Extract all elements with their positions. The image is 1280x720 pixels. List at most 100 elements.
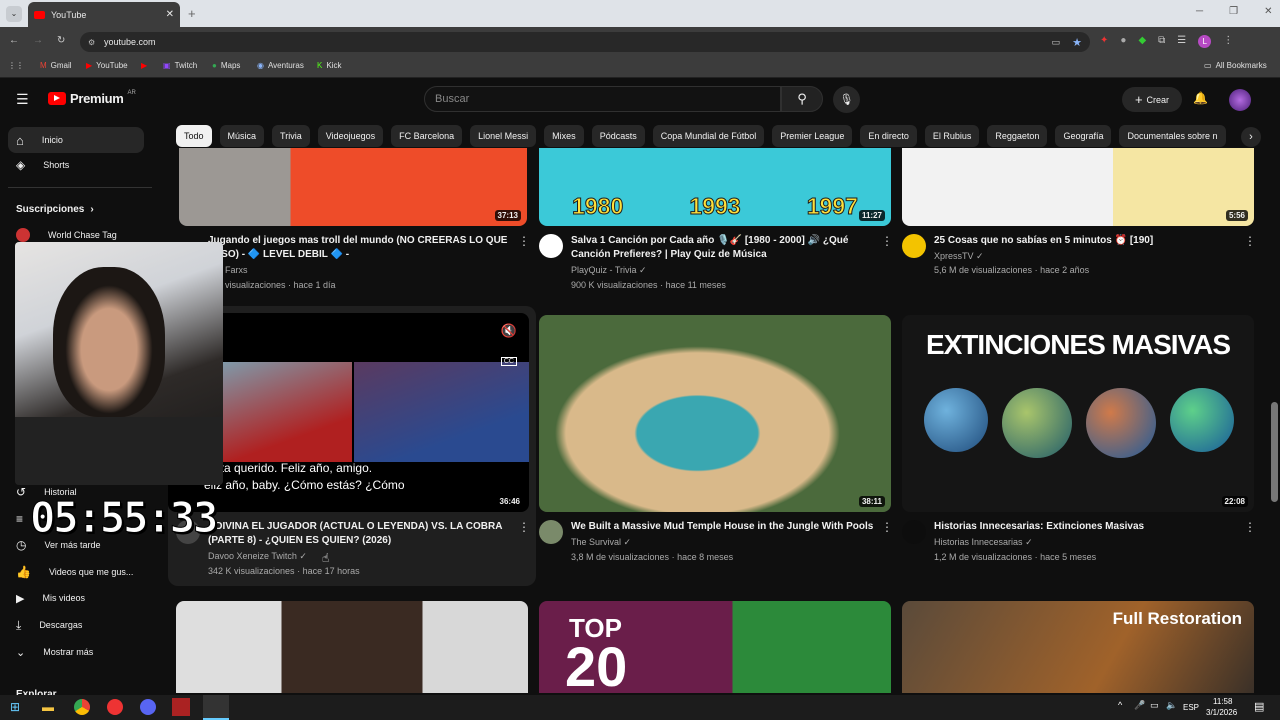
bookmark-maps[interactable]: ● Maps [212,61,240,70]
bookmark-twitch[interactable]: ▣ Twitch [163,61,197,70]
video-thumbnail-8[interactable]: TOP 20 [539,601,891,693]
sidebar-item-show-more[interactable]: ⌄ Mostrar más [16,641,93,663]
more-options-icon[interactable]: ⋮ [518,520,530,534]
chip-música[interactable]: Música [219,125,265,147]
channel-avatar[interactable] [902,234,926,258]
video-thumbnail-9[interactable]: Full Restoration [902,601,1254,693]
youtube-premium-logo[interactable]: Premium AR [48,90,136,106]
more-options-icon[interactable]: ⋮ [881,520,893,534]
profile-avatar[interactable]: L [1198,35,1212,48]
page-scrollbar[interactable] [1271,402,1278,502]
chip-todo[interactable]: Todo [176,125,212,147]
chip-premier-league[interactable]: Premier League [772,125,853,147]
bookmark-youtube-icon-only[interactable]: ▶ [141,61,147,70]
more-options-icon[interactable]: ⋮ [881,234,893,248]
more-options-icon[interactable]: ⋮ [518,234,530,248]
sidebar-item-home[interactable]: ⌂ Inicio [16,129,63,151]
more-options-icon[interactable]: ⋮ [1244,234,1256,248]
obs-icon[interactable] [203,695,229,720]
window-close-icon[interactable]: ✕ [1264,6,1272,17]
video-thumbnail-3[interactable]: 5:56 [902,148,1254,226]
windows-start-icon[interactable]: ⊞ [10,700,20,714]
reading-list-icon[interactable]: ☰ [1177,35,1186,48]
video-title[interactable]: 25 Cosas que no sabías en 5 minutos ⏰ [1… [934,234,1234,248]
chip-reggaeton[interactable]: Reggaeton [987,125,1048,147]
tray-volume-icon[interactable]: 🔈 [1166,700,1177,711]
channel-name[interactable]: Farxs [225,263,248,278]
video-title[interactable]: Salva 1 Canción por Cada año 🎙️🎸 [1980 -… [571,234,871,262]
channel-name[interactable]: PlayQuiz - Trivia [571,265,637,275]
chip-pódcasts[interactable]: Pódcasts [591,125,645,147]
video-thumbnail-5[interactable]: 38:11 [539,315,891,512]
sidebar-item-downloads[interactable]: ⤓ Descargas [16,614,82,636]
channel-name[interactable]: Historias Innecesarias [934,537,1023,547]
search-button[interactable]: ⚲ [781,86,823,112]
channel-name[interactable]: Davoo Xeneize Twitch [208,551,297,561]
chip-en-directo[interactable]: En directo [860,125,917,147]
bookmark-youtube[interactable]: ▶ YouTube [86,61,128,70]
account-avatar[interactable] [1229,89,1251,111]
sidebar-item-liked[interactable]: 👍 Videos que me gus... [16,561,133,583]
tab-search-button[interactable]: ⌄ [6,6,22,22]
search-input[interactable]: Buscar [424,86,781,112]
close-tab-icon[interactable]: ✕ [166,9,174,20]
extension-red-icon[interactable]: ✦ [1100,35,1108,48]
video-thumbnail-7[interactable] [176,601,528,693]
tray-mic-icon[interactable]: 🎤 [1134,700,1145,711]
chip-lionel-messi[interactable]: Lionel Messi [470,125,537,147]
file-explorer-icon[interactable]: ▬ [42,700,54,714]
keyboard-language[interactable]: ESP [1183,703,1199,712]
chip-videojuegos[interactable]: Videojuegos [317,125,384,147]
hamburger-menu-icon[interactable]: ☰ [16,91,29,108]
extension-green-icon[interactable]: ◆ [1138,35,1146,48]
chips-next-button[interactable]: › [1238,125,1264,149]
clock-time[interactable]: 11:58 [1213,697,1232,706]
apps-grid-icon[interactable]: ⋮⋮ [8,61,24,70]
forward-icon[interactable]: → [33,35,43,46]
tray-network-icon[interactable]: ▭ [1150,700,1159,711]
site-info-icon[interactable]: ⚙ [88,38,95,47]
clock-date[interactable]: 3/1/2026 [1206,708,1237,717]
install-icon[interactable]: ▭ [1051,37,1060,48]
channel-avatar[interactable] [539,520,563,544]
extension-gray-icon[interactable]: ● [1120,35,1126,48]
sidebar-item-playlists[interactable]: ≡ [16,508,23,530]
new-tab-button[interactable]: + [188,6,196,21]
video-title[interactable]: Jugando el juegos mas troll del mundo (N… [208,234,508,262]
chip-trivia[interactable]: Trivia [272,125,310,147]
restore-icon[interactable]: ❐ [1229,6,1238,17]
channel-name[interactable]: XpressTV [934,251,974,261]
bookmark-star-icon[interactable]: ★ [1072,36,1082,49]
notifications-bell-icon[interactable]: 🔔 [1193,91,1208,105]
channel-avatar[interactable] [539,234,563,258]
sidebar-item-shorts[interactable]: ◈ Shorts [16,154,69,176]
video-thumbnail-6[interactable]: EXTINCIONES MASIVAS 22:08 [902,315,1254,512]
video-thumbnail-1[interactable]: 37:13 [179,148,527,226]
bookmark-kick[interactable]: K Kick [317,61,341,70]
reload-icon[interactable]: ↻ [57,35,65,46]
video-title[interactable]: ADIVINA EL JUGADOR (ACTUAL O LEYENDA) VS… [208,520,508,548]
create-button[interactable]: + Crear [1122,87,1182,112]
channel-avatar[interactable] [902,520,926,544]
channel-name[interactable]: The Survival [571,537,621,547]
video-title[interactable]: Historias Innecesarias: Extinciones Masi… [934,520,1234,534]
tray-chevron-icon[interactable]: ^ [1118,700,1122,710]
video-title[interactable]: We Built a Massive Mud Temple House in t… [571,520,881,534]
chip-geografía[interactable]: Geografía [1055,125,1112,147]
voicemeeter-icon[interactable] [172,698,190,716]
chip-mixes[interactable]: Mixes [544,125,584,147]
browser-menu-icon[interactable]: ⋮ [1223,35,1233,48]
all-bookmarks[interactable]: ▭ All Bookmarks [1204,61,1267,70]
bookmark-aventuras[interactable]: ◉ Aventuras [257,61,304,70]
media-player-icon[interactable] [107,699,123,715]
tab-youtube[interactable]: YouTube ✕ [28,2,180,27]
notification-center-icon[interactable]: ▤ [1254,700,1264,713]
minimize-icon[interactable]: ─ [1196,6,1203,17]
address-bar[interactable]: ⚙ youtube.com ★ ▭ [80,32,1090,52]
extensions-puzzle-icon[interactable]: ⧉ [1158,35,1165,48]
video-thumbnail-2[interactable]: 1980 1993 1997 11:27 [539,148,891,226]
chip-fc-barcelona[interactable]: FC Barcelona [391,125,463,147]
back-icon[interactable]: ← [9,35,19,46]
subscriptions-heading[interactable]: Suscripciones › [16,198,94,220]
chip-documentales-sobre-n[interactable]: Documentales sobre n [1119,125,1226,147]
